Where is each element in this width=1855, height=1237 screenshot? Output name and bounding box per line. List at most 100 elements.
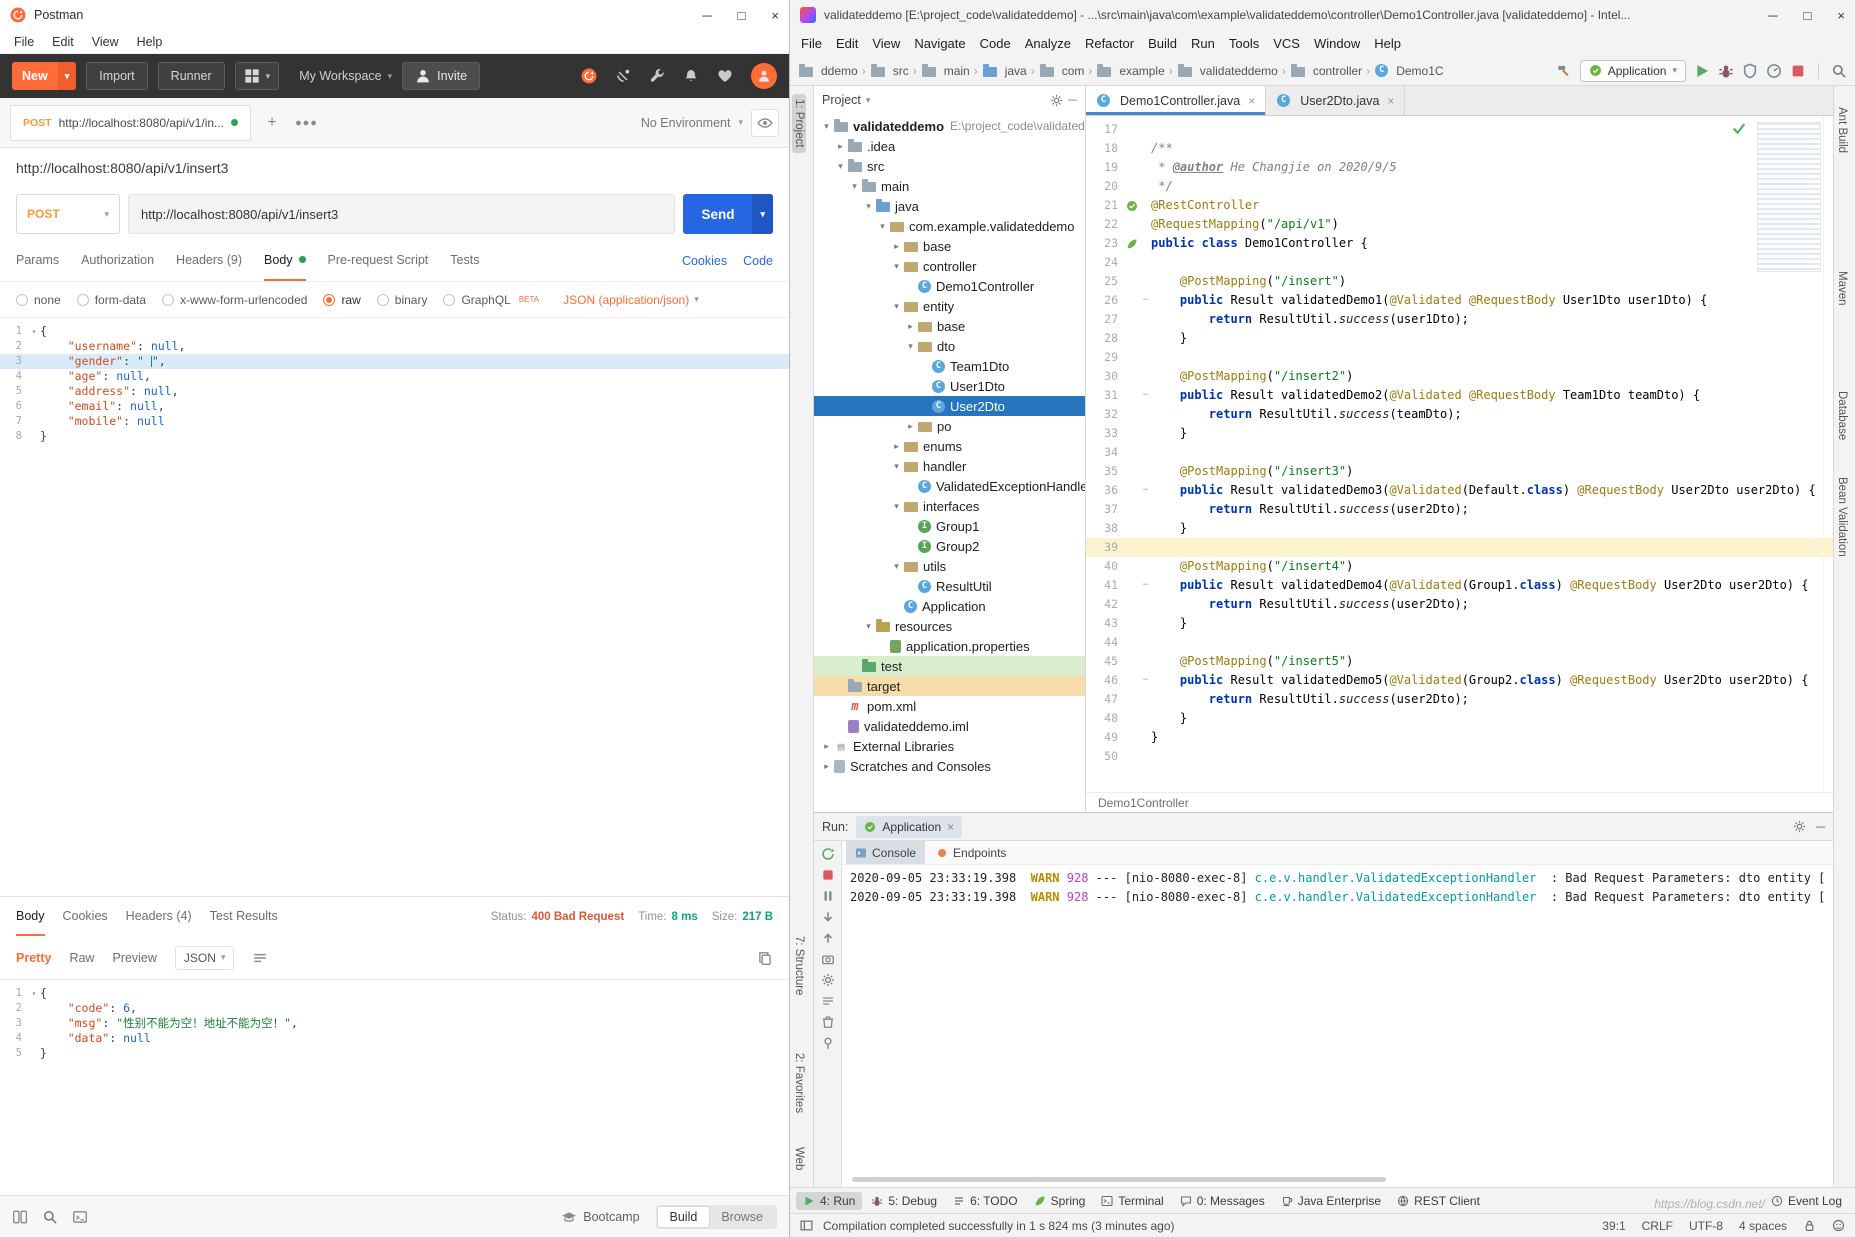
close-icon[interactable]: × <box>947 820 954 834</box>
code-line[interactable]: 34 <box>1086 443 1833 462</box>
cookies-link[interactable]: Cookies <box>682 254 727 268</box>
project-tree-item-controller[interactable]: ▾ controller <box>814 256 1085 276</box>
response-tab-headers-4-[interactable]: Headers (4) <box>126 897 192 936</box>
tool-button-7-structure[interactable]: 7: Structure <box>792 931 806 1000</box>
coverage-icon[interactable] <box>1742 62 1758 79</box>
tab-authorization[interactable]: Authorization <box>81 240 154 281</box>
body-mode-GraphQL[interactable]: GraphQL BETA <box>443 293 539 307</box>
tool-window-button-5-debug[interactable]: 5: Debug <box>864 1192 944 1210</box>
project-tree-item-com-example-validateddemo[interactable]: ▾ com.example.validateddemo <box>814 216 1085 236</box>
breadcrumb-src[interactable]: src <box>870 63 909 78</box>
editor-line[interactable]: 4 "age": null, <box>0 369 789 384</box>
tool-button-maven[interactable]: Maven <box>1835 266 1849 311</box>
menu-vcs[interactable]: VCS <box>1266 33 1307 54</box>
tab-pre-request-script[interactable]: Pre-request Script <box>328 240 429 281</box>
lock-icon[interactable] <box>1803 1219 1816 1232</box>
editor-line[interactable]: 5} <box>0 1046 789 1061</box>
code-line[interactable]: 17 <box>1086 120 1833 139</box>
menu-refactor[interactable]: Refactor <box>1078 33 1141 54</box>
breadcrumb-demo1c[interactable]: C Demo1C <box>1374 64 1444 78</box>
project-tree-item-validatedexceptionhandler[interactable]: C ValidatedExceptionHandler <box>814 476 1085 496</box>
project-tree-item-java[interactable]: ▾ java <box>814 196 1085 216</box>
breadcrumb-example[interactable]: example <box>1096 63 1165 78</box>
code-line[interactable]: 20 */ <box>1086 177 1833 196</box>
run-config-select[interactable]: Application ▾ <box>1579 59 1686 82</box>
editor-line[interactable]: 1 ▾{ <box>0 324 789 339</box>
code-line[interactable]: 39 <box>1086 538 1833 557</box>
menu-code[interactable]: Code <box>973 33 1018 54</box>
menu-edit[interactable]: Edit <box>829 33 865 54</box>
tab-body[interactable]: Body <box>264 240 306 281</box>
project-tree-item-user1dto[interactable]: C User1Dto <box>814 376 1085 396</box>
code-line[interactable]: 46− public Result validatedDemo5(@Valida… <box>1086 671 1833 690</box>
browse-button[interactable]: Browse <box>709 1207 775 1227</box>
settings-icon[interactable] <box>1793 820 1806 833</box>
menu-file[interactable]: File <box>794 33 829 54</box>
editor-line[interactable]: 3 "msg": "性别不能为空！地址不能为空！", <box>0 1016 789 1031</box>
code-line[interactable]: 18/** <box>1086 139 1833 158</box>
camera-icon[interactable] <box>821 952 835 966</box>
inspections-ok-icon[interactable] <box>1731 120 1747 136</box>
tool-window-button-java-enterprise[interactable]: Java Enterprise <box>1274 1192 1388 1210</box>
environment-selector[interactable]: No Environment ▾ <box>641 108 779 137</box>
project-tree-item-test[interactable]: test <box>814 656 1085 676</box>
bootcamp-button[interactable]: Bootcamp <box>561 1209 640 1225</box>
tool-window-button-0-messages[interactable]: 0: Messages <box>1173 1192 1272 1210</box>
code-line[interactable]: 29 <box>1086 348 1833 367</box>
close-button[interactable]: × <box>1837 8 1845 23</box>
project-tree-item-dto[interactable]: ▾ dto <box>814 336 1085 356</box>
tool-window-button-6-todo[interactable]: 6: TODO <box>946 1192 1025 1210</box>
tool-window-button-rest-client[interactable]: REST Client <box>1390 1192 1487 1210</box>
project-tree-item-user2dto[interactable]: C User2Dto <box>814 396 1085 416</box>
code-line[interactable]: 30 @PostMapping("/insert2") <box>1086 367 1833 386</box>
breadcrumb-controller[interactable]: controller <box>1290 63 1362 78</box>
debug-icon[interactable] <box>1718 63 1734 79</box>
editor-line[interactable]: 2 "username": null, <box>0 339 789 354</box>
settings-wrench-icon[interactable] <box>649 68 665 84</box>
code-editor[interactable]: 17 18/** 19 * @author He Changjie on 2020/… <box>1086 116 1833 792</box>
code-line[interactable]: 21 @RestController <box>1086 196 1833 215</box>
view-preview[interactable]: Preview <box>112 951 156 965</box>
project-tree-item-src[interactable]: ▾ src <box>814 156 1085 176</box>
tool-button-web[interactable]: Web <box>792 1142 806 1175</box>
body-mode-binary[interactable]: binary <box>376 293 427 307</box>
body-mode-form-data[interactable]: form-data <box>76 293 146 307</box>
body-mode-raw[interactable]: raw <box>323 293 361 307</box>
send-dropdown-icon[interactable]: ▾ <box>752 194 773 234</box>
response-body-editor[interactable]: 1 ▾{2 "code": 6, 3 "msg": "性别不能为空！地址不能为空！"… <box>0 980 789 1195</box>
breadcrumb-ddemo[interactable]: ddemo <box>798 63 858 78</box>
menu-help[interactable]: Help <box>1367 33 1408 54</box>
menu-view[interactable]: View <box>84 33 127 51</box>
run-config-tab[interactable]: Application × <box>856 815 963 838</box>
code-line[interactable]: 45 @PostMapping("/insert5") <box>1086 652 1833 671</box>
project-tree-item-validateddemo-iml[interactable]: validateddemo.iml <box>814 716 1085 736</box>
runner-button[interactable]: Runner <box>157 62 225 90</box>
project-tree-item--idea[interactable]: ▸ .idea <box>814 136 1085 156</box>
editor-line[interactable]: 5 "address": null, <box>0 384 789 399</box>
menu-analyze[interactable]: Analyze <box>1018 33 1078 54</box>
breadcrumb-com[interactable]: com <box>1039 63 1084 78</box>
code-line[interactable]: 40 @PostMapping("/insert4") <box>1086 557 1833 576</box>
code-line[interactable]: 33 } <box>1086 424 1833 443</box>
new-dropdown-icon[interactable]: ▾ <box>57 62 77 90</box>
breadcrumb-java[interactable]: java <box>982 63 1027 78</box>
new-button[interactable]: New ▾ <box>12 62 77 90</box>
run-icon[interactable] <box>1694 63 1710 79</box>
open-new-window-button[interactable]: ▾ <box>234 62 280 90</box>
menu-run[interactable]: Run <box>1184 33 1222 54</box>
satellite-icon[interactable] <box>615 68 631 84</box>
hide-panel-button[interactable]: ─ <box>1068 93 1077 107</box>
tool-button-database[interactable]: Database <box>1835 386 1849 445</box>
copy-icon[interactable] <box>757 950 773 966</box>
maximize-button[interactable]: □ <box>738 8 746 23</box>
layout-icon[interactable] <box>12 1209 28 1225</box>
invite-button[interactable]: Invite <box>402 62 481 90</box>
code-line[interactable]: 22 @RequestMapping("/api/v1") <box>1086 215 1833 234</box>
response-tab-cookies[interactable]: Cookies <box>63 897 108 936</box>
code-line[interactable]: 23 public class Demo1Controller { <box>1086 234 1833 253</box>
editor-scrollbar[interactable] <box>1823 116 1833 792</box>
project-tree-item-po[interactable]: ▸ po <box>814 416 1085 436</box>
editor-line[interactable]: 8} <box>0 429 789 444</box>
avatar[interactable] <box>751 63 777 89</box>
code-line[interactable]: 38 } <box>1086 519 1833 538</box>
